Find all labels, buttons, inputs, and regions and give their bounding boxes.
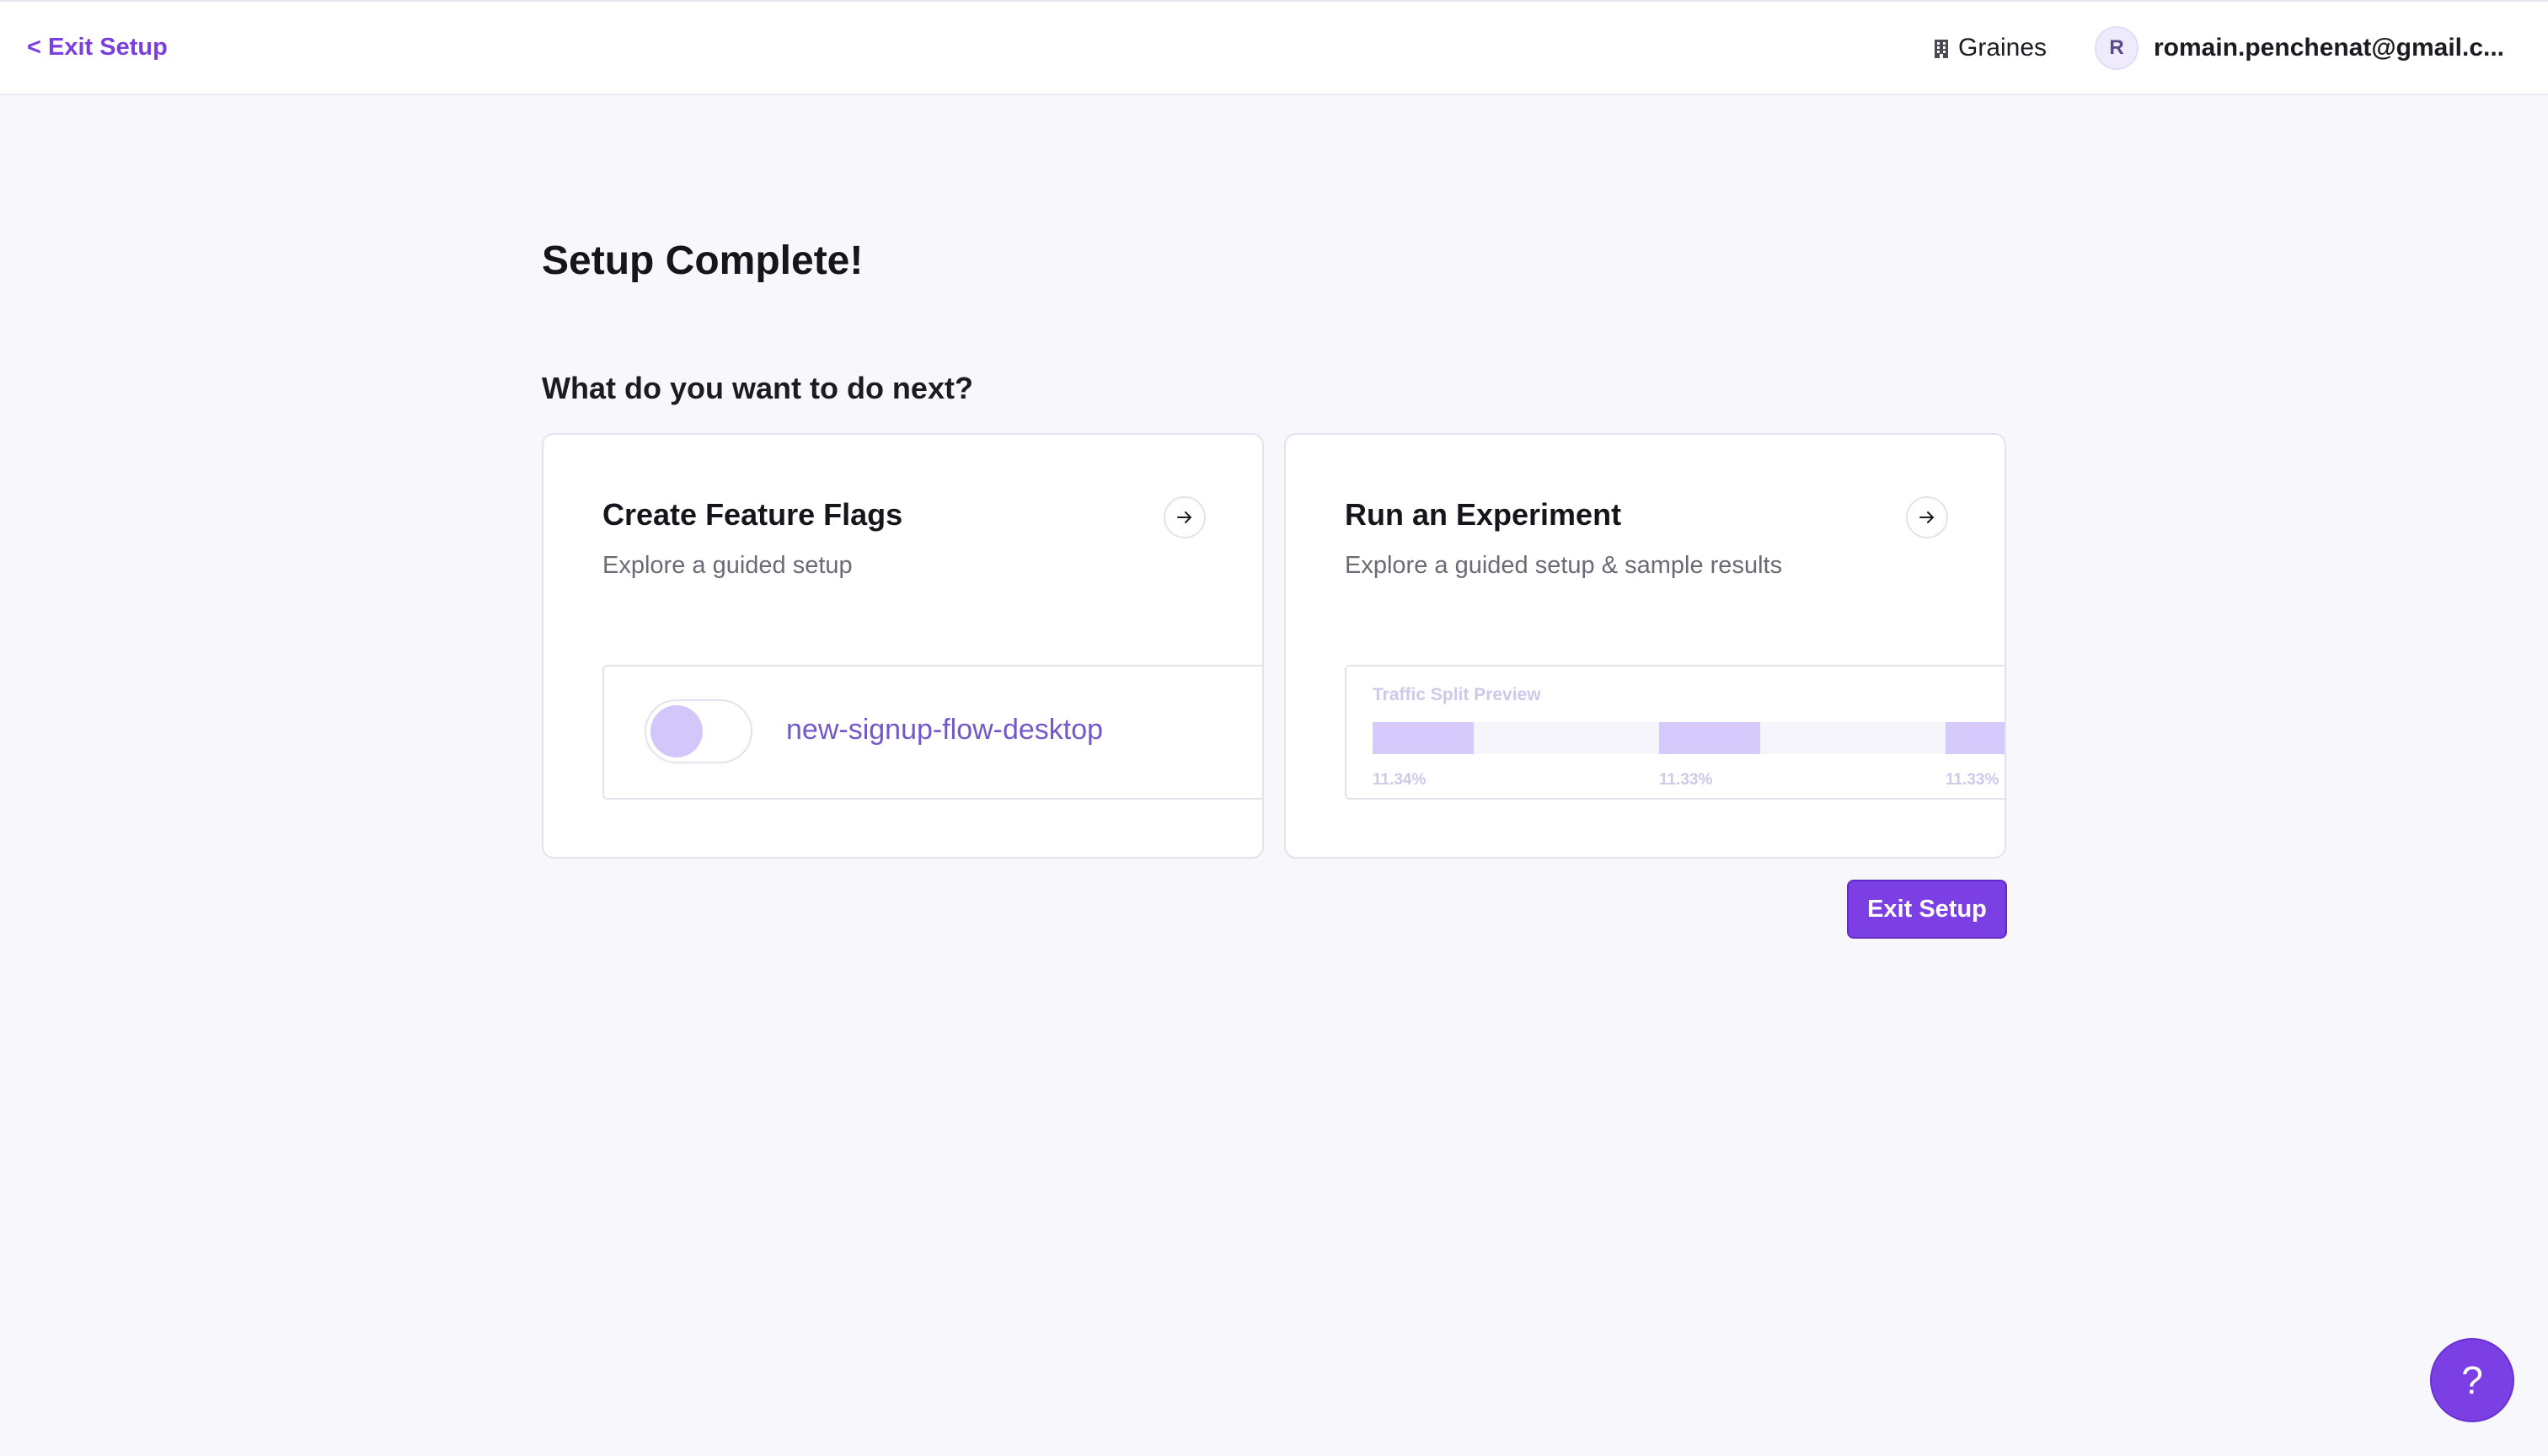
org-switcher[interactable]: Graines — [1933, 34, 2047, 62]
split-percent: 11.34% — [1373, 771, 1427, 789]
create-feature-flags-card[interactable]: Create Feature Flags Explore a guided se… — [542, 433, 1264, 859]
card-description: Explore a guided setup — [602, 552, 853, 579]
user-email: romain.penchenat@gmail.c... — [2154, 34, 2505, 62]
card-title: Run an Experiment — [1345, 497, 1622, 532]
page-title: Setup Complete! — [542, 238, 864, 283]
exit-setup-link[interactable]: < Exit Setup — [27, 34, 168, 62]
flag-name: new-signup-flow-desktop — [786, 714, 1104, 746]
top-bar: < Exit Setup Graines R romain.penchenat@… — [0, 0, 2548, 95]
feature-flag-preview: new-signup-flow-desktop — [602, 665, 1262, 800]
org-name: Graines — [1958, 34, 2048, 62]
card-title: Create Feature Flags — [602, 497, 903, 532]
run-experiment-card[interactable]: Run an Experiment Explore a guided setup… — [1284, 433, 2006, 859]
traffic-split-preview: Traffic Split Preview 11.34% 11.33% 11.3… — [1345, 665, 2005, 800]
next-steps-heading: What do you want to do next? — [542, 371, 973, 405]
card-description: Explore a guided setup & sample results — [1345, 552, 1783, 579]
split-bar — [1373, 722, 1474, 754]
app-window: < Exit Setup Graines R romain.penchenat@… — [0, 0, 2548, 1456]
exit-setup-button[interactable]: Exit Setup — [1847, 880, 2007, 939]
arrow-right-icon[interactable] — [1906, 496, 1948, 538]
toggle-knob — [650, 705, 703, 757]
split-percent: 11.33% — [1659, 771, 1713, 789]
split-percent: 11.33% — [1946, 771, 1999, 789]
help-button[interactable]: ? — [2430, 1338, 2514, 1422]
building-icon — [1933, 36, 1950, 60]
split-bar — [1659, 722, 1760, 754]
user-menu[interactable]: R romain.penchenat@gmail.c... — [2095, 26, 2504, 70]
avatar: R — [2095, 26, 2138, 70]
traffic-split-label: Traffic Split Preview — [1373, 685, 1541, 704]
split-bar — [1946, 722, 2005, 754]
flag-toggle — [645, 699, 752, 763]
arrow-right-icon[interactable] — [1164, 496, 1206, 538]
